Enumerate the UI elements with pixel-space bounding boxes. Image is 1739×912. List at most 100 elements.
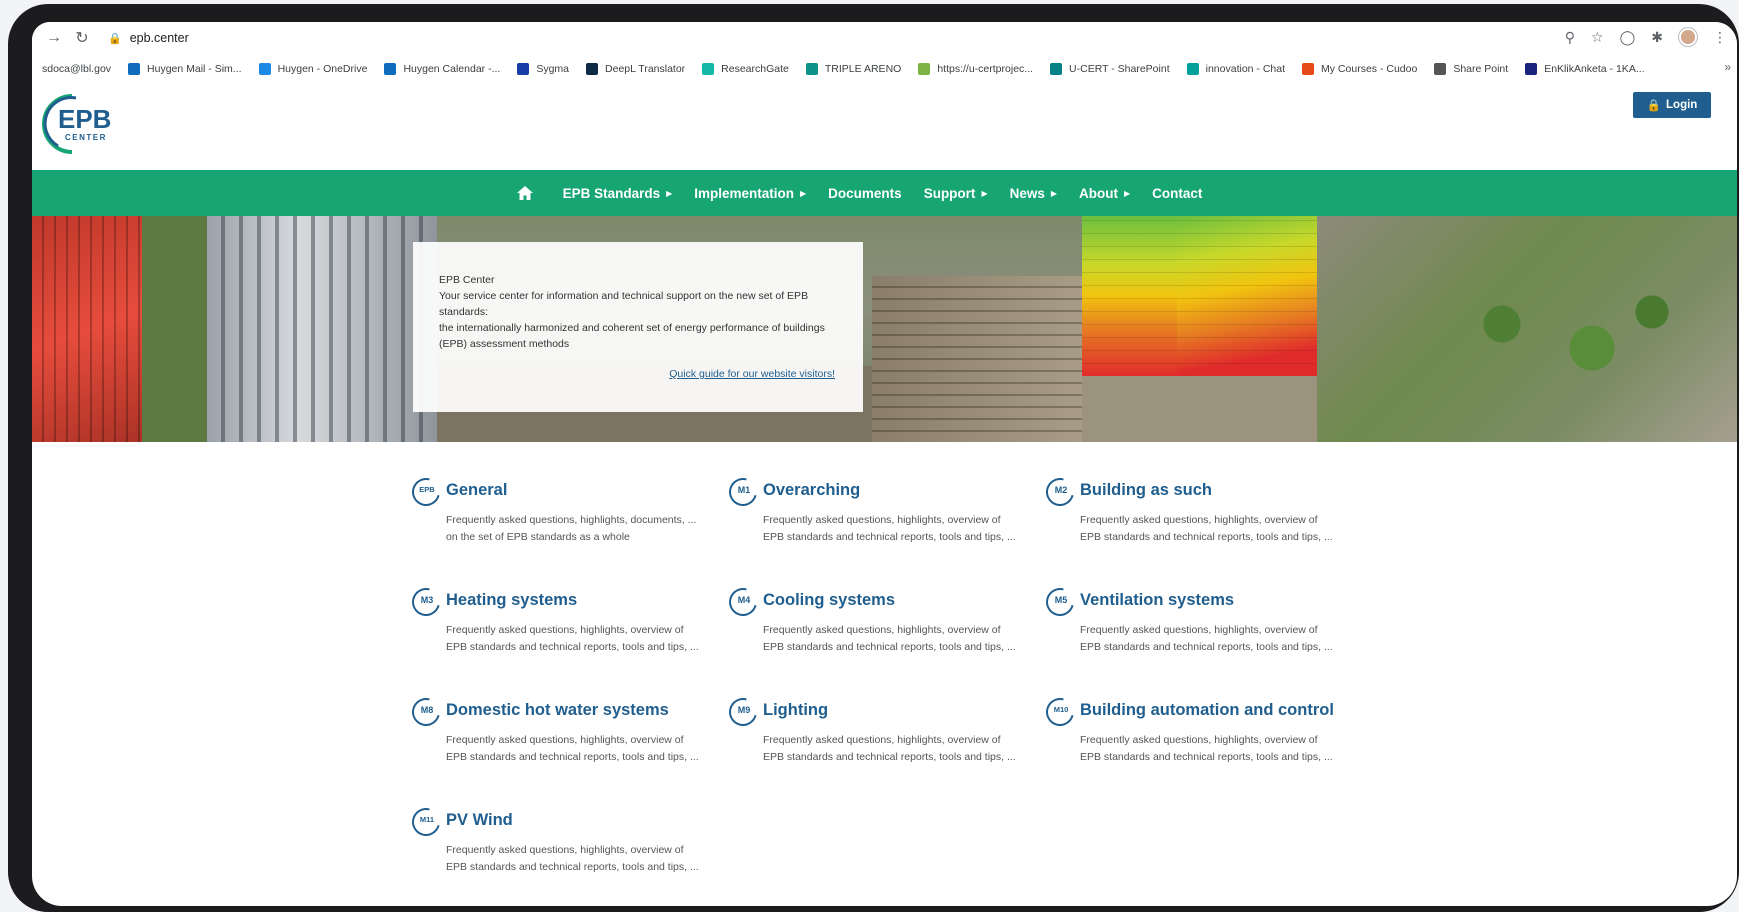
bookmark-item[interactable]: Sygma bbox=[517, 63, 569, 75]
avatar[interactable] bbox=[1679, 28, 1697, 46]
category-badge-label: M1 bbox=[737, 485, 751, 495]
nav-item-support[interactable]: Support ▶ bbox=[913, 186, 999, 201]
category-badge-label: M11 bbox=[419, 815, 435, 824]
nav-item-epb-standards[interactable]: EPB Standards ▶ bbox=[552, 186, 684, 201]
category-card[interactable]: M2 Building as such Frequently asked quest… bbox=[1040, 472, 1336, 578]
hero-title: EPB Center bbox=[439, 274, 495, 286]
category-card[interactable]: M3 Heating systems Frequently asked questi… bbox=[406, 582, 702, 688]
back-icon[interactable]: → bbox=[40, 29, 68, 47]
device-frame: → ↻ 🔒 epb.center ⚲ ☆ ◯ ✱ ⋮ sdoca@lbl.gov… bbox=[8, 4, 1739, 912]
hero-info-box: EPB Center Your service center for infor… bbox=[413, 242, 863, 412]
bookmark-item[interactable]: U-CERT - SharePoint bbox=[1050, 63, 1170, 75]
category-card[interactable]: M8 Domestic hot water systems Frequently a… bbox=[406, 692, 702, 798]
star-icon[interactable]: ☆ bbox=[1591, 29, 1604, 46]
category-title[interactable]: Domestic hot water systems bbox=[446, 701, 669, 720]
bookmark-item[interactable]: ResearchGate bbox=[702, 63, 789, 75]
category-card[interactable]: M11 PV Wind Frequently asked questions, hi… bbox=[406, 802, 702, 906]
bookmark-item[interactable]: My Courses - Cudoo bbox=[1302, 63, 1417, 75]
category-badge-label: M9 bbox=[737, 705, 751, 715]
category-title[interactable]: Cooling systems bbox=[763, 591, 895, 610]
login-button[interactable]: 🔒 Login bbox=[1633, 92, 1711, 118]
bookmark-label: Huygen Calendar -... bbox=[403, 63, 501, 75]
bookmark-label: EnKlikAnketa - 1KA... bbox=[1544, 63, 1645, 75]
extension-circle-icon[interactable]: ◯ bbox=[1620, 29, 1636, 46]
bookmark-item[interactable]: innovation - Chat bbox=[1186, 63, 1286, 75]
category-badge-label: M4 bbox=[737, 595, 751, 605]
bookmark-favicon-icon bbox=[384, 63, 397, 75]
category-card[interactable]: M5 Ventilation systems Frequently asked qu… bbox=[1040, 582, 1336, 688]
logo-subtext: CENTER bbox=[65, 133, 107, 142]
category-badge-label: M2 bbox=[1054, 485, 1068, 495]
bookmark-item[interactable]: https://u-certprojec... bbox=[918, 63, 1033, 75]
nav-item-label: Contact bbox=[1152, 185, 1203, 201]
reload-icon[interactable]: ↻ bbox=[68, 28, 96, 48]
category-description: Frequently asked questions, highlights, … bbox=[1080, 514, 1333, 543]
category-title[interactable]: Building as such bbox=[1080, 481, 1212, 500]
bookmark-label: sdoca@lbl.gov bbox=[42, 63, 112, 75]
bookmark-label: Huygen - OneDrive bbox=[277, 63, 368, 75]
category-title[interactable]: Heating systems bbox=[446, 591, 577, 610]
bookmark-favicon-icon bbox=[1525, 63, 1538, 75]
nav-item-label: About bbox=[1079, 185, 1119, 201]
nav-item-news[interactable]: News ▶ bbox=[999, 186, 1068, 201]
bookmark-favicon-icon bbox=[1302, 63, 1315, 75]
puzzle-icon[interactable]: ✱ bbox=[1651, 29, 1663, 46]
nav-item-label: EPB Standards bbox=[562, 185, 661, 201]
bookmark-label: innovation - Chat bbox=[1205, 63, 1286, 75]
login-label: Login bbox=[1666, 99, 1698, 111]
bookmarks-overflow-icon[interactable]: » bbox=[1724, 60, 1731, 74]
nav-item-about[interactable]: About ▶ bbox=[1068, 186, 1141, 201]
category-title[interactable]: Overarching bbox=[763, 481, 860, 500]
bookmark-favicon-icon bbox=[702, 63, 715, 75]
caret-right-icon: ▶ bbox=[666, 188, 673, 198]
category-title[interactable]: PV Wind bbox=[446, 811, 513, 830]
zoom-icon[interactable]: ⚲ bbox=[1565, 29, 1575, 46]
bookmark-label: My Courses - Cudoo bbox=[1321, 63, 1418, 75]
bookmark-label: Share Point bbox=[1453, 63, 1509, 75]
bookmark-item[interactable]: EnKlikAnketa - 1KA... bbox=[1525, 63, 1645, 75]
nav-item-label: Implementation bbox=[694, 185, 795, 201]
bookmark-item[interactable]: Huygen - OneDrive bbox=[258, 63, 368, 75]
bookmark-item[interactable]: DeepL Translator bbox=[586, 63, 685, 75]
category-card[interactable]: M9 Lighting Frequently asked questions, hi… bbox=[723, 692, 1019, 798]
bookmark-favicon-icon bbox=[586, 63, 599, 75]
main-navigation: EPB Standards ▶ Implementation ▶ Documents Su… bbox=[32, 170, 1737, 216]
nav-item-implementation[interactable]: Implementation ▶ bbox=[683, 186, 817, 201]
nav-item-label: Support bbox=[923, 185, 976, 201]
category-description: Frequently asked questions, highlights, … bbox=[763, 734, 1016, 763]
category-card[interactable]: EPB General Frequently asked questions, hi… bbox=[406, 472, 702, 578]
address-bar[interactable]: epb.center bbox=[130, 31, 189, 45]
category-title[interactable]: Lighting bbox=[763, 701, 828, 720]
bookmark-label: DeepL Translator bbox=[605, 63, 686, 75]
bookmark-item[interactable]: TRIPLE ARENO bbox=[805, 63, 902, 75]
hero-line-2: the internationally harmonized and coher… bbox=[439, 322, 825, 350]
nav-item-documents[interactable]: Documents bbox=[817, 186, 913, 201]
bookmark-favicon-icon bbox=[918, 63, 931, 75]
category-card[interactable]: M4 Cooling systems Frequently asked questi… bbox=[723, 582, 1019, 688]
bookmark-item[interactable]: Huygen Calendar -... bbox=[384, 63, 500, 75]
home-icon[interactable] bbox=[516, 185, 552, 201]
category-description: Frequently asked questions, highlights, … bbox=[446, 514, 697, 543]
category-title[interactable]: Ventilation systems bbox=[1080, 591, 1234, 610]
category-card[interactable]: M10 Building automation and control Freque… bbox=[1040, 692, 1336, 798]
category-title[interactable]: Building automation and control bbox=[1080, 701, 1334, 720]
category-card[interactable]: M1 Overarching Frequently asked questions,… bbox=[723, 472, 1019, 578]
category-description: Frequently asked questions, highlights, … bbox=[446, 624, 699, 653]
bookmark-label: TRIPLE ARENO bbox=[824, 63, 902, 75]
quick-guide-link[interactable]: Quick guide for our website visitors! bbox=[669, 366, 835, 382]
bookmark-label: Sygma bbox=[536, 63, 570, 75]
caret-right-icon: ▶ bbox=[981, 188, 988, 198]
bookmark-item[interactable]: Share Point bbox=[1434, 63, 1508, 75]
epb-logo[interactable]: EPB CENTER bbox=[38, 92, 118, 156]
category-title[interactable]: General bbox=[446, 481, 507, 500]
nav-item-label: News bbox=[1009, 185, 1045, 201]
site-header: EPB CENTER 🔒 Login bbox=[32, 82, 1737, 170]
nav-item-contact[interactable]: Contact bbox=[1141, 186, 1213, 201]
category-badge-label: M5 bbox=[1054, 595, 1068, 605]
bookmark-item[interactable]: sdoca@lbl.gov bbox=[42, 63, 111, 75]
category-description: Frequently asked questions, highlights, … bbox=[1080, 624, 1333, 653]
caret-right-icon: ▶ bbox=[1124, 188, 1131, 198]
bookmark-item[interactable]: Huygen Mail - Sim... bbox=[128, 63, 242, 75]
menu-icon[interactable]: ⋮ bbox=[1713, 29, 1727, 46]
category-description: Frequently asked questions, highlights, … bbox=[446, 734, 699, 763]
